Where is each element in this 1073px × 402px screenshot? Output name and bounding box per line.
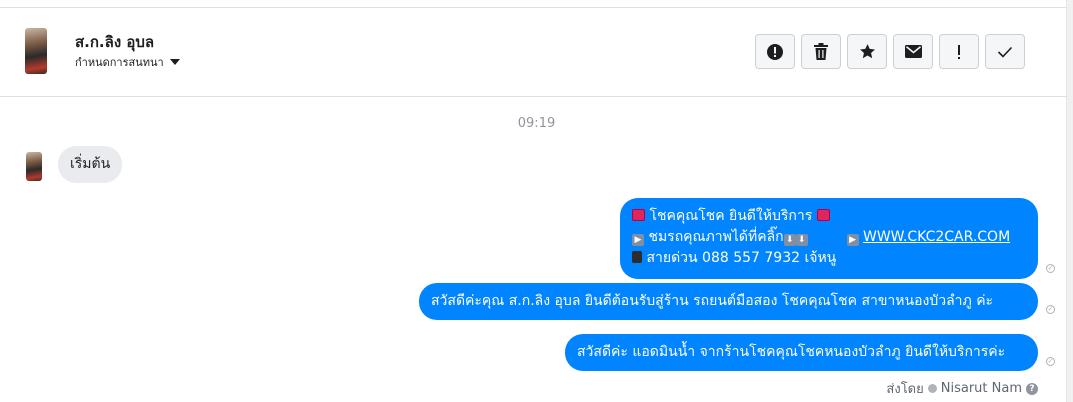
- exclamation-icon: [958, 44, 960, 59]
- envelope-icon: [904, 45, 922, 58]
- play-button-emoji-icon: ▶: [632, 234, 644, 246]
- follow-up-button[interactable]: [939, 34, 979, 69]
- seen-check-icon: ✓: [1046, 357, 1055, 366]
- mark-done-button[interactable]: [985, 34, 1025, 69]
- message-timestamp: 09:19: [517, 116, 556, 131]
- website-link[interactable]: WWW.CKC2CAR.COM: [863, 229, 1010, 245]
- message-text: โชคคุณโชค ยินดีให้บริการ: [649, 208, 813, 224]
- sender-avatar[interactable]: [26, 152, 42, 181]
- play-button-emoji-icon: ▶: [846, 234, 859, 246]
- conversation-header: ส.ก.ลิง อุบล กำหนดการสนทนา: [0, 8, 1067, 97]
- sent-by-info: ส่งโดย Nisarut Nam ?: [886, 378, 1038, 399]
- outgoing-message[interactable]: สวัสดีค่ะคุณ ส.ก.ลิง อุบล ยินดีต้อนรับสู…: [419, 283, 1038, 320]
- star-button[interactable]: [847, 34, 887, 69]
- check-icon: [997, 46, 1013, 58]
- down-arrow-emoji-icon: ⬇: [783, 234, 796, 246]
- star-icon: [859, 44, 875, 59]
- header-actions: [755, 34, 1025, 69]
- sent-check-icon: [927, 384, 937, 393]
- exclamation-circle-icon: [767, 43, 783, 60]
- trash-icon: [814, 43, 828, 60]
- assign-conversation-dropdown[interactable]: กำหนดการสนทนา: [75, 53, 180, 71]
- contact-name[interactable]: ส.ก.ลิง อุบล: [75, 30, 154, 54]
- caret-down-icon: [169, 59, 180, 65]
- down-arrow-emoji-icon: ⬇: [795, 234, 808, 246]
- sent-by-label: ส่งโดย: [886, 382, 924, 397]
- incoming-message[interactable]: เริ่มต้น: [58, 146, 123, 183]
- message-text: ชมรถคุณภาพได้ที่คลิ๊ก: [648, 229, 784, 245]
- mobile-phone-emoji-icon: [632, 251, 642, 263]
- help-icon[interactable]: ?: [1026, 382, 1038, 395]
- mark-unread-button[interactable]: [893, 34, 933, 69]
- message-line: ▶ ชมรถคุณภาพได้ที่คลิ๊ก ⬇ ⬇ ▶ WWW.CKC2CAR.…: [632, 227, 1026, 248]
- seen-check-icon: ✓: [1046, 264, 1055, 273]
- scrollbar[interactable]: [1066, 0, 1073, 402]
- avatar[interactable]: [25, 28, 47, 74]
- seen-check-icon: ✓: [1046, 305, 1055, 314]
- x-mark-emoji-icon: [632, 209, 645, 221]
- message-line: สายด่วน 088 557 7932 เจ้หนู: [632, 248, 1026, 269]
- delete-button[interactable]: [801, 34, 841, 69]
- x-mark-emoji-icon: [816, 209, 830, 221]
- outgoing-message[interactable]: สวัสดีค่ะ แอดมินน้ำ จากร้านโชคคุณโชคหนอง…: [565, 334, 1038, 371]
- outgoing-message[interactable]: โชคคุณโชค ยินดีให้บริการ ▶ ชมรถคุณภาพได้…: [620, 198, 1038, 279]
- assign-label: กำหนดการสนทนา: [75, 56, 164, 69]
- sender-name: Nisarut Nam: [940, 381, 1022, 396]
- message-text: สายด่วน 088 557 7932 เจ้หนู: [646, 250, 837, 266]
- report-button[interactable]: [755, 34, 795, 69]
- message-line: โชคคุณโชค ยินดีให้บริการ: [632, 206, 1026, 227]
